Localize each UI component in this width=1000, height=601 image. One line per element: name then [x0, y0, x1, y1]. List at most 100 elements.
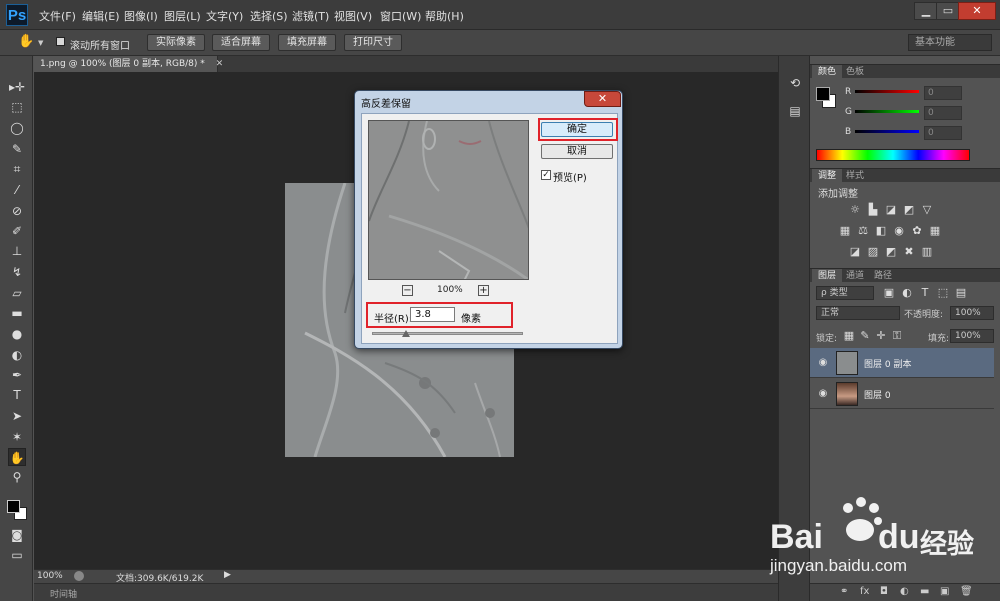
color-balance-icon[interactable]: ⚖ — [856, 224, 870, 237]
delete-layer-icon[interactable]: 🗑 — [960, 586, 973, 597]
eraser-tool-icon[interactable]: ▱ — [8, 284, 26, 302]
blend-mode-select[interactable]: 正常 — [816, 306, 900, 320]
radius-slider-thumb[interactable] — [402, 330, 410, 337]
visibility-eye-icon[interactable]: ◉ — [816, 357, 830, 369]
path-selection-tool-icon[interactable]: ➤ — [8, 407, 26, 425]
exposure-icon[interactable]: ◩ — [902, 203, 916, 216]
posterize-icon[interactable]: ▨ — [866, 245, 880, 258]
screen-mode-icon[interactable]: ▭ — [8, 546, 26, 564]
layer-name[interactable]: 图层 0 副本 — [864, 357, 911, 370]
layer-row[interactable]: ◉ 图层 0 — [810, 379, 994, 409]
invert-icon[interactable]: ◪ — [848, 245, 862, 258]
black-white-icon[interactable]: ◧ — [874, 224, 888, 237]
levels-icon[interactable]: ▙ — [866, 203, 880, 216]
foreground-color-swatch-top[interactable] — [7, 500, 20, 513]
preview-checkbox[interactable]: ✓ — [541, 170, 551, 180]
menu-filter[interactable]: 滤镜(T) — [292, 8, 329, 24]
zoom-out-button[interactable]: − — [402, 285, 413, 296]
filter-pixel-icon[interactable]: ▣ — [882, 286, 896, 299]
close-window-button[interactable]: ✕ — [958, 2, 996, 20]
tab-channels[interactable]: 通道 — [840, 269, 870, 283]
eyedropper-tool-icon[interactable]: ⁄ — [8, 181, 26, 199]
zoom-in-button[interactable]: + — [478, 285, 489, 296]
history-brush-tool-icon[interactable]: ↯ — [8, 263, 26, 281]
gradient-tool-icon[interactable]: ▬ — [8, 304, 26, 322]
lasso-tool-icon[interactable]: ◯ — [8, 119, 26, 137]
menu-image[interactable]: 图像(I) — [124, 8, 158, 24]
threshold-icon[interactable]: ◩ — [884, 245, 898, 258]
tool-preset-chevron-icon[interactable]: ▼ — [38, 39, 43, 47]
scroll-all-checkbox[interactable] — [56, 37, 65, 46]
zoom-tool-icon[interactable]: ⚲ — [8, 468, 26, 486]
gradient-map-icon[interactable]: ▥ — [920, 245, 934, 258]
pen-tool-icon[interactable]: ✒ — [8, 366, 26, 384]
close-tab-icon[interactable]: ✕ — [216, 59, 224, 69]
lock-position-icon[interactable]: ✛ — [874, 329, 888, 342]
layer-filter-select[interactable]: ρ 类型 — [816, 286, 874, 300]
maximize-button[interactable]: ▭ — [936, 2, 960, 20]
new-layer-icon[interactable]: ▣ — [940, 586, 949, 597]
filter-adjustment-icon[interactable]: ◐ — [900, 286, 914, 299]
filter-shape-icon[interactable]: ⬚ — [936, 286, 950, 299]
history-panel-icon[interactable]: ⟲ — [787, 76, 803, 92]
selective-color-icon[interactable]: ✖ — [902, 245, 916, 258]
link-layers-icon[interactable]: ⚭ — [840, 586, 848, 597]
channel-r-slider[interactable] — [855, 90, 919, 93]
type-tool-icon[interactable]: T — [8, 386, 26, 404]
marquee-tool-icon[interactable]: ⬚ — [8, 98, 26, 116]
minimize-button[interactable]: ▁ — [914, 2, 938, 20]
menu-view[interactable]: 视图(V) — [334, 8, 372, 24]
tab-layers[interactable]: 图层 — [812, 269, 843, 283]
channel-mixer-icon[interactable]: ✿ — [910, 224, 924, 237]
tab-color[interactable]: 颜色 — [812, 65, 843, 79]
dialog-close-button[interactable]: ✕ — [584, 91, 621, 107]
status-info-icon[interactable] — [74, 571, 84, 581]
photo-filter-icon[interactable]: ◉ — [892, 224, 906, 237]
menu-file[interactable]: 文件(F) — [39, 8, 76, 24]
tab-styles[interactable]: 样式 — [840, 169, 870, 183]
filter-preview[interactable] — [368, 120, 529, 280]
zoom-level[interactable]: 100% — [37, 571, 63, 581]
new-group-icon[interactable]: ▬ — [920, 586, 929, 597]
quick-select-tool-icon[interactable]: ✎ — [8, 140, 26, 158]
timeline-label[interactable]: 时间轴 — [50, 587, 77, 600]
print-size-button[interactable]: 打印尺寸 — [344, 34, 402, 51]
brush-tool-icon[interactable]: ✐ — [8, 222, 26, 240]
visibility-eye-icon[interactable]: ◉ — [816, 388, 830, 400]
menu-type[interactable]: 文字(Y) — [206, 8, 243, 24]
lock-transparent-icon[interactable]: ▦ — [842, 329, 856, 342]
status-menu-arrow-icon[interactable]: ▶ — [224, 570, 231, 580]
channel-g-slider[interactable] — [855, 110, 919, 113]
opacity-input[interactable]: 100% — [950, 306, 994, 320]
actual-pixels-button[interactable]: 实际像素 — [147, 34, 205, 51]
move-tool-icon[interactable]: ▸✛ — [8, 78, 26, 96]
brightness-icon[interactable]: ☼ — [848, 203, 862, 216]
fill-input[interactable]: 100% — [950, 329, 994, 343]
lock-pixels-icon[interactable]: ✎ — [858, 329, 872, 342]
quick-mask-icon[interactable]: ◙ — [8, 526, 26, 544]
vibrance-icon[interactable]: ▽ — [920, 203, 934, 216]
menu-help[interactable]: 帮助(H) — [425, 8, 464, 24]
fit-screen-button[interactable]: 适合屏幕 — [212, 34, 270, 51]
color-foreground-swatch-top[interactable] — [816, 87, 830, 101]
radius-slider-track[interactable] — [372, 332, 523, 335]
channel-r-value[interactable]: 0 — [924, 86, 962, 100]
tab-adjustments[interactable]: 调整 — [812, 169, 843, 183]
menu-layer[interactable]: 图层(L) — [164, 8, 201, 24]
properties-panel-icon[interactable]: ▤ — [787, 104, 803, 120]
tab-paths[interactable]: 路径 — [868, 269, 898, 283]
channel-b-value[interactable]: 0 — [924, 126, 962, 140]
curves-icon[interactable]: ◪ — [884, 203, 898, 216]
shape-tool-icon[interactable]: ✶ — [8, 428, 26, 446]
fill-screen-button[interactable]: 填充屏幕 — [278, 34, 336, 51]
layer-row[interactable]: ◉ 图层 0 副本 — [810, 348, 994, 378]
crop-tool-icon[interactable]: ⌗ — [8, 160, 26, 178]
channel-b-slider[interactable] — [855, 130, 919, 133]
dodge-tool-icon[interactable]: ◐ — [8, 346, 26, 364]
tab-swatches[interactable]: 色板 — [840, 65, 870, 79]
add-mask-icon[interactable]: ◘ — [880, 586, 888, 597]
healing-brush-tool-icon[interactable]: ⊘ — [8, 202, 26, 220]
filter-smart-object-icon[interactable]: ▤ — [954, 286, 968, 299]
channel-g-value[interactable]: 0 — [924, 106, 962, 120]
filter-type-icon[interactable]: T — [918, 286, 932, 299]
